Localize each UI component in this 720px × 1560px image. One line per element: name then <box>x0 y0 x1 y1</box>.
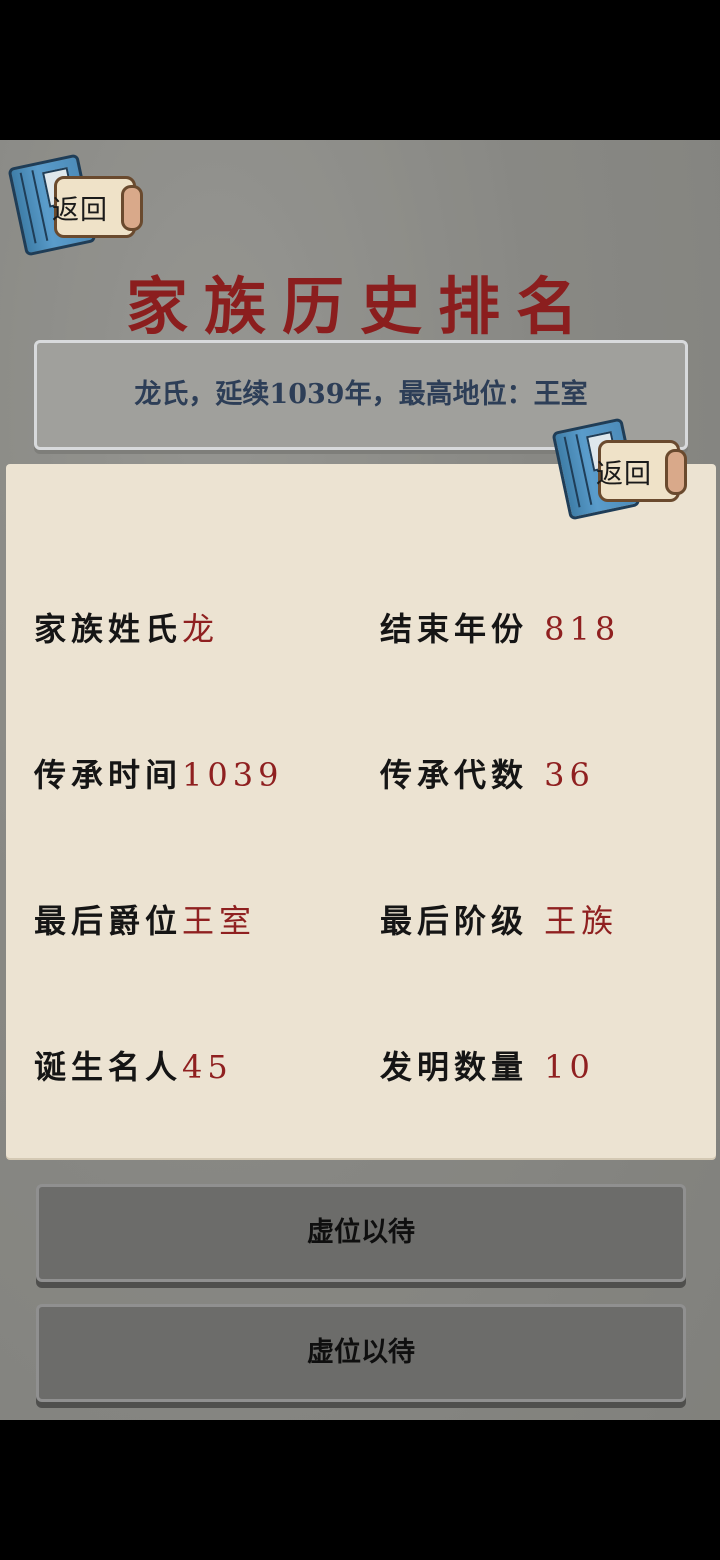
stat-label: 传承代数 <box>380 756 529 794</box>
stat-value: 36 <box>544 756 595 794</box>
stat-label: 诞生名人 <box>34 1048 183 1086</box>
back-button-label: 返回 <box>52 195 108 226</box>
stat-duration: 传承时间1039 <box>34 750 283 796</box>
stat-value: 10 <box>544 1048 595 1086</box>
stat-value: 王族 <box>544 902 619 940</box>
stat-last-class: 最后阶级 王族 <box>380 896 618 942</box>
stat-label: 最后爵位 <box>34 902 183 940</box>
stat-end-year: 结束年份 818 <box>380 604 620 650</box>
stat-last-title: 最后爵位王室 <box>34 896 256 942</box>
empty-rank-slot-label: 虚位以待 <box>307 1217 415 1248</box>
stat-famous-people: 诞生名人45 <box>34 1042 233 1088</box>
stat-value: 1039 <box>182 756 284 794</box>
page-title: 家族历史排名 <box>125 270 594 343</box>
empty-rank-slot-2[interactable]: 虚位以待 <box>36 1304 686 1402</box>
stat-label: 传承时间 <box>34 756 183 794</box>
card-back-button-label: 返回 <box>596 459 652 490</box>
stat-value: 45 <box>182 1048 233 1086</box>
stat-generations: 传承代数 36 <box>380 750 595 796</box>
stat-value: 818 <box>544 610 621 648</box>
stat-label: 结束年份 <box>380 610 529 648</box>
empty-rank-slot-label: 虚位以待 <box>307 1337 415 1368</box>
stat-inventions: 发明数量 10 <box>380 1042 595 1088</box>
stat-label: 最后阶级 <box>380 902 529 940</box>
system-nav-bar <box>0 1420 720 1560</box>
empty-rank-slot-1[interactable]: 虚位以待 <box>36 1184 686 1282</box>
stat-surname: 家族姓氏龙 <box>34 604 219 650</box>
stat-label: 家族姓氏 <box>34 610 183 648</box>
stat-value: 王室 <box>182 902 257 940</box>
card-back-button[interactable]: 返回 <box>551 417 687 521</box>
family-detail-card: 家族姓氏龙 结束年份 818 传承时间1039 传承代数 36 最后爵位王室 最… <box>6 464 716 1158</box>
stat-value: 龙 <box>182 610 220 648</box>
stat-label: 发明数量 <box>380 1048 529 1086</box>
back-button[interactable]: 返回 <box>7 153 143 257</box>
